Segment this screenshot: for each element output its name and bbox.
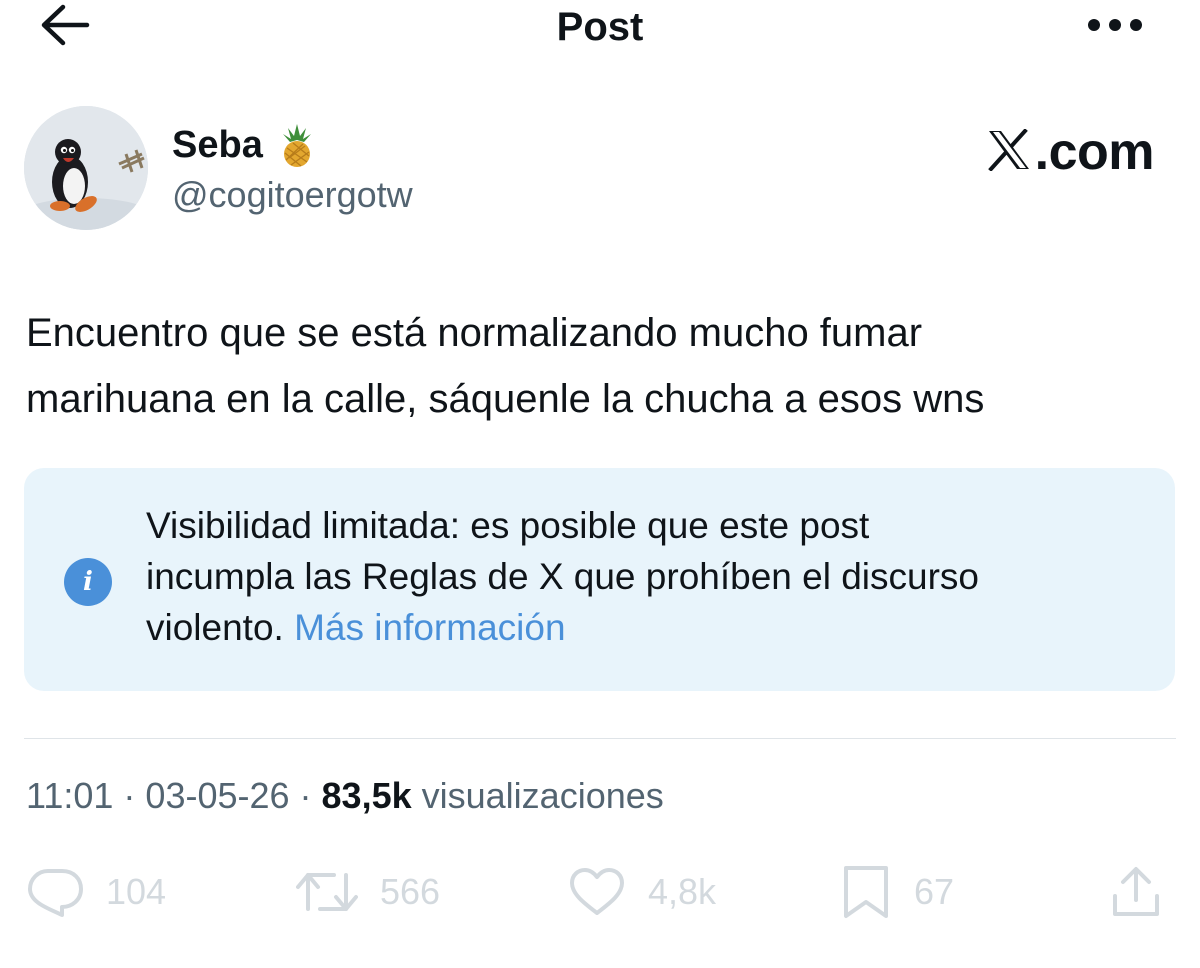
divider bbox=[24, 738, 1176, 739]
repost-button[interactable]: 566 bbox=[296, 862, 440, 922]
notice-text-line: violento. Más información bbox=[146, 602, 1146, 653]
limited-visibility-notice: i Visibilidad limitada: es posible que e… bbox=[24, 468, 1175, 691]
author-display-name[interactable]: Seba bbox=[172, 122, 317, 168]
reply-icon bbox=[26, 867, 84, 917]
notice-text-line: Visibilidad limitada: es posible que est… bbox=[146, 505, 870, 546]
post-date[interactable]: 03-05-26 bbox=[145, 775, 289, 816]
page-title: Post bbox=[556, 5, 644, 49]
post-meta: 11:01 · 03-05-26 · 83,5k visualizaciones bbox=[26, 774, 664, 818]
bookmark-icon bbox=[840, 864, 892, 920]
repost-icon bbox=[296, 867, 358, 917]
share-icon bbox=[1110, 864, 1162, 920]
post-text-line: marihuana en la calle, sáquenle la chuch… bbox=[26, 377, 985, 421]
post-text-line: Encuentro que se está normalizando mucho… bbox=[26, 311, 923, 355]
notice-text-line: incumpla las Reglas de X que prohíben el… bbox=[146, 556, 979, 597]
meta-separator: · bbox=[113, 775, 146, 816]
x-com-watermark: .com bbox=[987, 123, 1155, 181]
notice-text: Visibilidad limitada: es posible que est… bbox=[146, 500, 1146, 653]
ellipsis-icon bbox=[1085, 17, 1145, 38]
avatar[interactable] bbox=[24, 106, 148, 230]
notice-text-fragment: violento. bbox=[146, 607, 284, 648]
heart-icon bbox=[568, 867, 626, 917]
like-button[interactable]: 4,8k bbox=[568, 862, 716, 922]
author-handle[interactable]: @cogitoergotw bbox=[172, 174, 413, 216]
bookmark-count: 67 bbox=[914, 871, 955, 912]
watermark-text: .com bbox=[1034, 123, 1155, 181]
reply-button[interactable]: 104 bbox=[26, 862, 166, 922]
pineapple-icon bbox=[277, 122, 317, 168]
views-count[interactable]: 83,5k bbox=[322, 775, 412, 816]
repost-count: 566 bbox=[380, 871, 441, 912]
post-text: Encuentro que se está normalizando mucho… bbox=[26, 300, 1186, 432]
more-info-link[interactable]: Más información bbox=[294, 607, 565, 648]
reply-count: 104 bbox=[106, 871, 167, 912]
bookmark-button[interactable]: 67 bbox=[840, 862, 954, 922]
info-icon: i bbox=[64, 558, 112, 606]
post-detail-page: Post Seba @cogitoergotw .com Encuentro q… bbox=[0, 0, 1200, 968]
x-logo-icon bbox=[987, 127, 1031, 176]
display-name-text: Seba bbox=[172, 124, 263, 166]
views-label: visualizaciones bbox=[421, 775, 664, 816]
post-time[interactable]: 11:01 bbox=[26, 775, 113, 816]
meta-separator: · bbox=[289, 775, 322, 816]
action-bar: 104 566 4,8k 67 bbox=[0, 862, 1200, 922]
more-options-button[interactable] bbox=[1080, 10, 1150, 44]
penguin-avatar-icon bbox=[24, 106, 148, 230]
share-button[interactable] bbox=[1110, 862, 1162, 922]
like-count: 4,8k bbox=[648, 871, 717, 912]
